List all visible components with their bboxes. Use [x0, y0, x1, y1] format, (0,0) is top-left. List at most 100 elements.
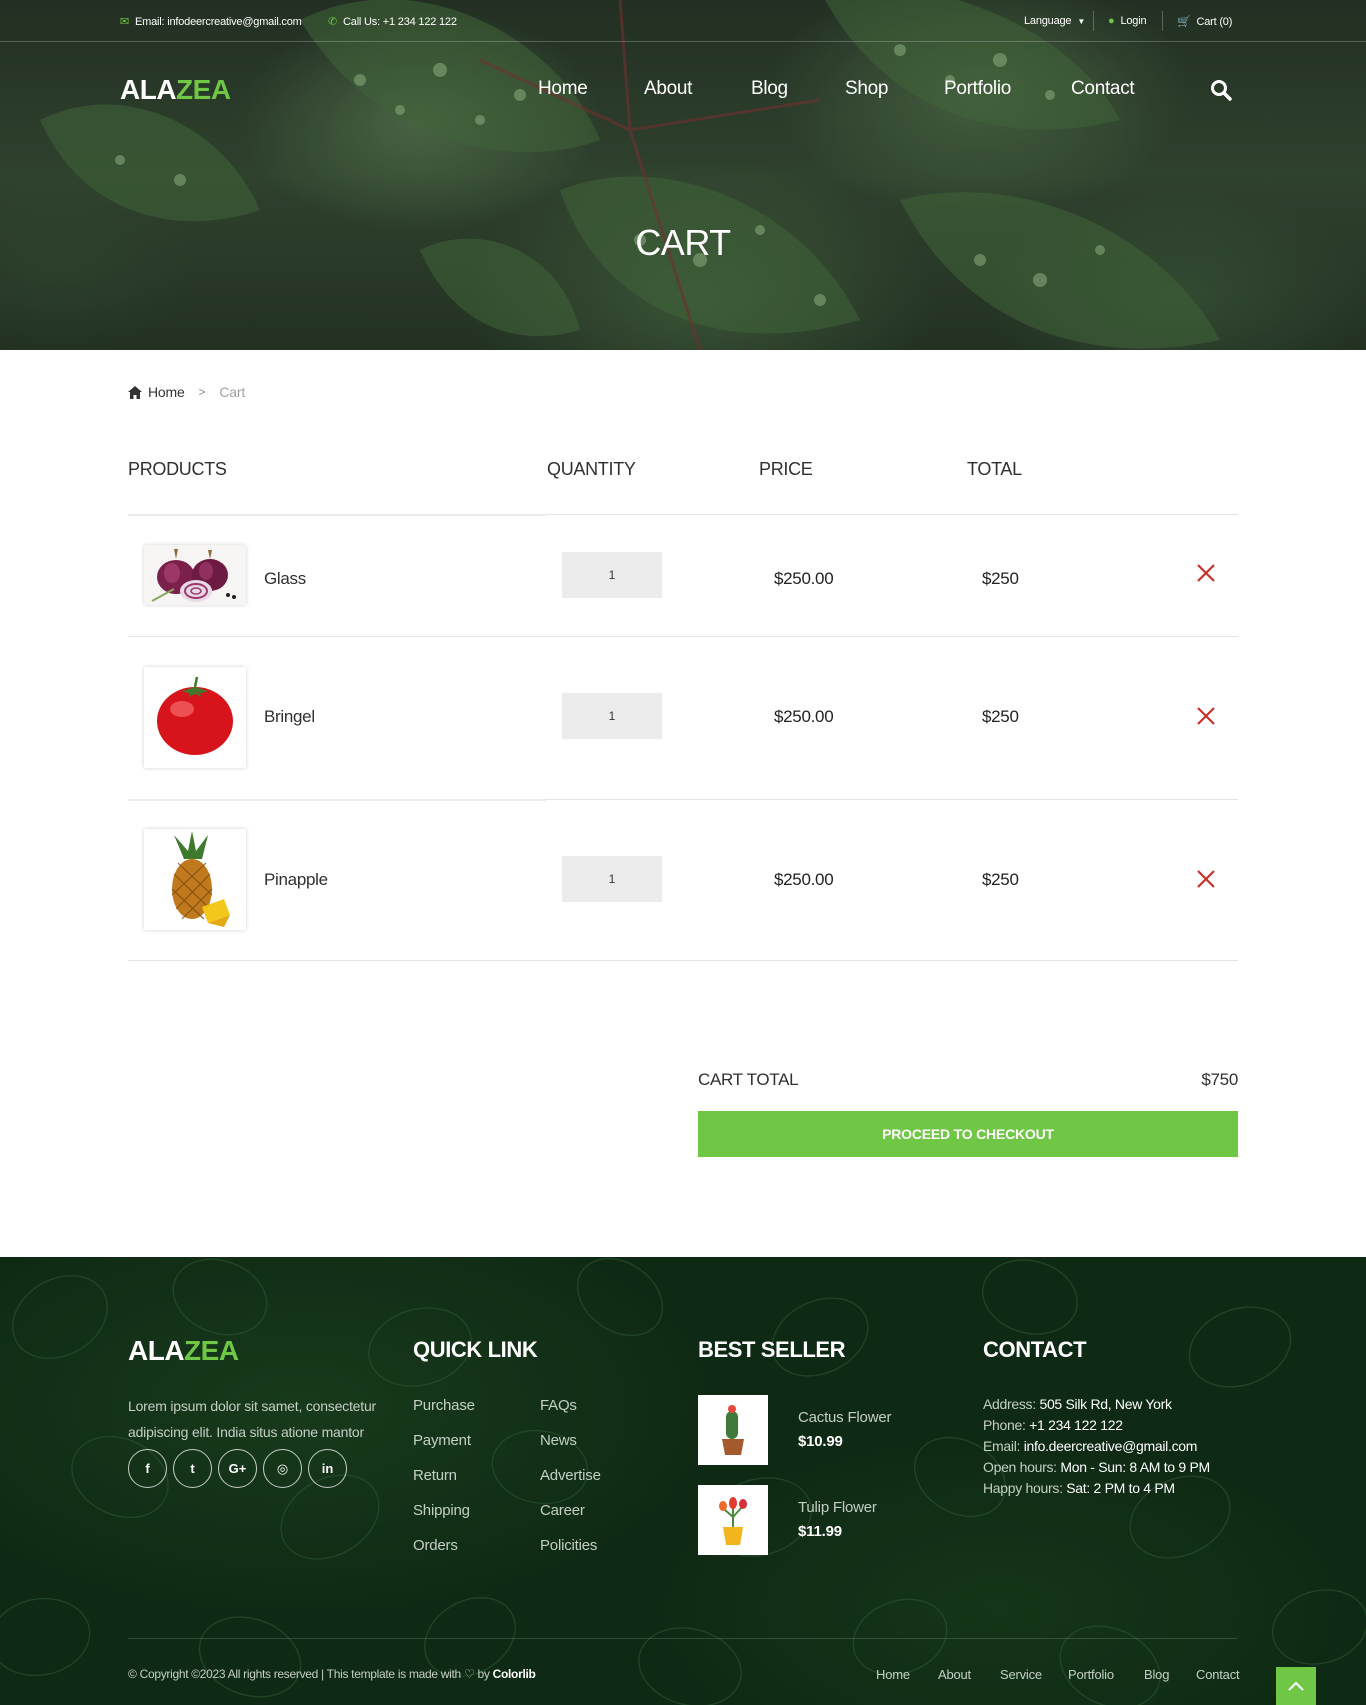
home-icon — [128, 385, 142, 399]
best-seller-price: $10.99 — [798, 1433, 843, 1450]
quick-link-advertise[interactable]: Advertise — [540, 1467, 601, 1484]
footer-about-line-2: adipiscing elit. India situs atione mant… — [128, 1424, 364, 1440]
facebook-icon[interactable]: f — [128, 1449, 167, 1488]
phone-icon: ✆ — [328, 16, 338, 28]
remove-item-icon[interactable] — [1196, 869, 1216, 889]
cart-total-value: $750 — [1201, 1070, 1238, 1089]
hero-overlay — [0, 0, 1366, 350]
quantity-input[interactable]: 1 — [562, 552, 662, 598]
language-dropdown[interactable]: Language ▼ — [1024, 15, 1085, 27]
topbar-phone-text: Call Us: +1 234 122 122 — [343, 15, 457, 28]
best-seller-name[interactable]: Tulip Flower — [798, 1499, 877, 1516]
copyright-text: © Copyright ©2023 All rights reserved | … — [128, 1667, 461, 1681]
product-price: $250.00 — [774, 707, 834, 726]
logo-part-white: ALA — [128, 1335, 185, 1366]
footer-divider — [128, 1638, 1238, 1639]
proceed-to-checkout-button[interactable]: PROCEED TO CHECKOUT — [698, 1111, 1238, 1157]
best-seller-price: $11.99 — [798, 1523, 842, 1540]
cart-table-header: PRODUCTS QUANTITY PRICE TOTAL — [0, 459, 1366, 483]
header-price: PRICE — [759, 459, 813, 479]
footer-nav-blog[interactable]: Blog — [1144, 1667, 1169, 1682]
cart-total-label: CART TOTAL — [698, 1070, 799, 1089]
remove-item-icon[interactable] — [1196, 563, 1216, 583]
site-footer: ALAZEA Lorem ipsum dolor sit samet, cons… — [0, 1257, 1366, 1705]
contact-label: Open hours: — [983, 1459, 1057, 1475]
topbar-phone[interactable]: ✆ Call Us: +1 234 122 122 — [328, 15, 457, 29]
main-nav: Home About Blog Shop Portfolio Contact — [0, 78, 1366, 102]
twitter-icon[interactable]: t — [173, 1449, 212, 1488]
product-name[interactable]: Bringel — [264, 707, 315, 727]
quick-link-purchase[interactable]: Purchase — [413, 1397, 475, 1414]
footer-nav-about[interactable]: About — [938, 1667, 971, 1682]
quick-link-faqs[interactable]: FAQs — [540, 1397, 577, 1414]
heart-icon: ♡ — [463, 1667, 475, 1681]
best-seller-title: BEST SELLER — [698, 1337, 846, 1362]
login-link[interactable]: ● Login — [1108, 15, 1147, 27]
contact-value: Sat: 2 PM to 4 PM — [1066, 1480, 1175, 1496]
contact-label: Phone: — [983, 1417, 1026, 1433]
breadcrumb-current: Cart — [219, 384, 246, 400]
breadcrumb-separator: > — [198, 385, 206, 399]
topbar-email[interactable]: ✉ Email: infodeercreative@gmail.com — [120, 15, 302, 29]
product-name[interactable]: Glass — [264, 569, 306, 589]
header-products: PRODUCTS — [128, 459, 227, 479]
contact-value: Mon - Sun: 8 AM to 9 PM — [1060, 1459, 1210, 1475]
contact-label: Address: — [983, 1396, 1036, 1412]
top-bar: ✉ Email: infodeercreative@gmail.com ✆ Ca… — [0, 0, 1366, 42]
product-image-onion[interactable] — [144, 545, 246, 605]
footer-nav-service[interactable]: Service — [1000, 1667, 1042, 1682]
quick-link-news[interactable]: News — [540, 1432, 577, 1449]
copyright: © Copyright ©2023 All rights reserved | … — [128, 1667, 536, 1681]
contact-value: info.deercreative@gmail.com — [1023, 1438, 1198, 1454]
hero-banner: ✉ Email: infodeercreative@gmail.com ✆ Ca… — [0, 0, 1366, 350]
product-price: $250.00 — [774, 569, 834, 588]
nav-portfolio[interactable]: Portfolio — [944, 78, 1011, 100]
contact-label: Happy hours: — [983, 1480, 1063, 1496]
header-quantity: QUANTITY — [547, 459, 636, 479]
quick-link-policities[interactable]: Policities — [540, 1537, 597, 1554]
back-to-top-button[interactable] — [1276, 1667, 1316, 1705]
header-total: TOTAL — [967, 459, 1022, 479]
user-icon: ● — [1108, 15, 1115, 27]
instagram-icon[interactable]: ◎ — [263, 1449, 302, 1488]
cart-label: Cart (0) — [1196, 15, 1233, 28]
row-divider — [128, 636, 1238, 637]
nav-shop[interactable]: Shop — [845, 78, 888, 100]
contact-value: +1 234 122 122 — [1029, 1417, 1123, 1433]
social-links: f t G+ ◎ in — [128, 1449, 347, 1488]
quick-link-career[interactable]: Career — [540, 1502, 585, 1519]
header-divider — [546, 514, 1238, 515]
nav-about[interactable]: About — [644, 78, 692, 100]
breadcrumb-home[interactable]: Home — [148, 384, 185, 400]
best-seller-name[interactable]: Cactus Flower — [798, 1409, 891, 1426]
best-seller-image-cactus[interactable] — [698, 1395, 768, 1465]
cart-icon: 🛒 — [1177, 16, 1191, 28]
cart-link[interactable]: 🛒 Cart (0) — [1177, 15, 1233, 29]
linkedin-icon[interactable]: in — [308, 1449, 347, 1488]
remove-item-icon[interactable] — [1196, 706, 1216, 726]
quantity-input[interactable]: 1 — [562, 693, 662, 739]
quick-link-shipping[interactable]: Shipping — [413, 1502, 470, 1519]
contact-happy-hours: Happy hours: Sat: 2 PM to 4 PM — [983, 1480, 1175, 1496]
search-icon[interactable] — [1210, 79, 1232, 101]
nav-contact[interactable]: Contact — [1071, 78, 1135, 100]
nav-home[interactable]: Home — [538, 78, 588, 100]
product-total: $250 — [982, 569, 1019, 588]
footer-nav-portfolio[interactable]: Portfolio — [1068, 1667, 1114, 1682]
quick-link-return[interactable]: Return — [413, 1467, 457, 1484]
best-seller-image-tulip[interactable] — [698, 1485, 768, 1555]
topbar-divider — [1093, 11, 1094, 31]
footer-nav-home[interactable]: Home — [876, 1667, 910, 1682]
product-name[interactable]: Pinapple — [264, 870, 328, 890]
quick-link-orders[interactable]: Orders — [413, 1537, 458, 1554]
google-plus-icon[interactable]: G+ — [218, 1449, 257, 1488]
footer-logo[interactable]: ALAZEA — [128, 1335, 239, 1367]
nav-blog[interactable]: Blog — [751, 78, 788, 100]
product-image-pineapple[interactable] — [144, 829, 246, 930]
colorlib-link[interactable]: Colorlib — [493, 1667, 536, 1681]
footer-nav-contact[interactable]: Contact — [1196, 1667, 1240, 1682]
quick-link-payment[interactable]: Payment — [413, 1432, 471, 1449]
product-image-tomato[interactable] — [144, 667, 246, 768]
quantity-input[interactable]: 1 — [562, 856, 662, 902]
contact-email: Email: info.deercreative@gmail.com — [983, 1438, 1197, 1454]
